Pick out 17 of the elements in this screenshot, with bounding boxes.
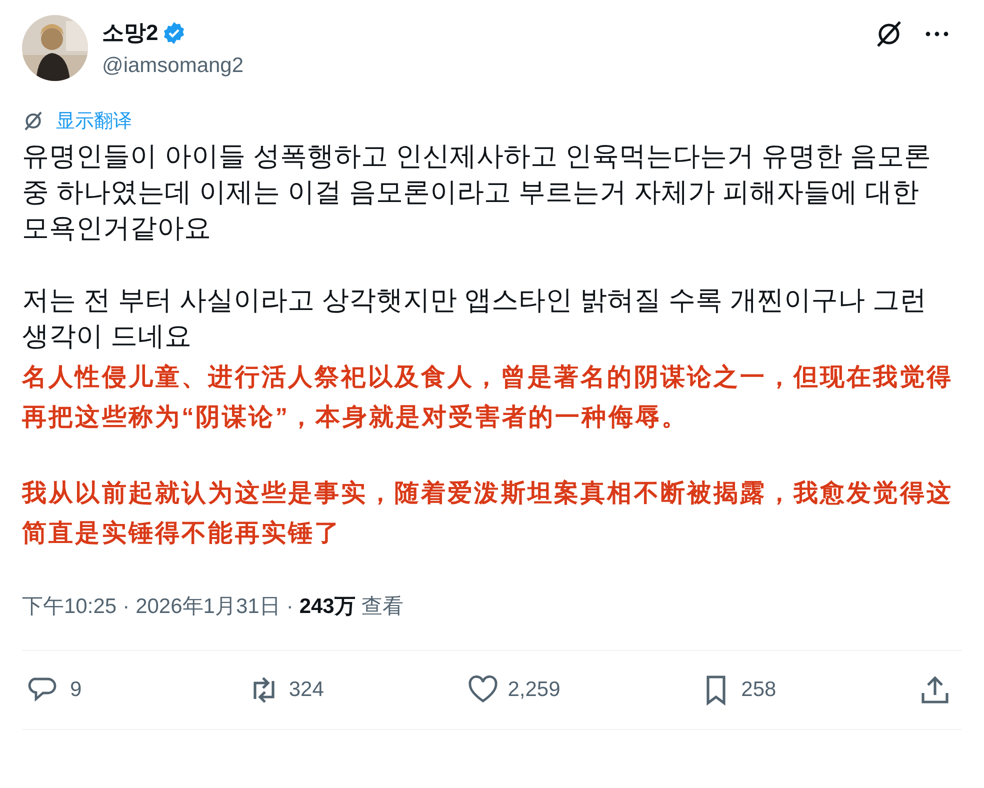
separator-dot: · <box>286 595 294 619</box>
bookmark-button[interactable]: 258 <box>699 673 780 707</box>
translation-text: 我从以前起就认为这些是事实，随着爱泼斯坦案真相不断被揭露，我愈发觉得这简直是实锤得不能再实锤了 <box>22 478 954 549</box>
retweet-button[interactable]: 324 <box>246 673 327 707</box>
slashed-circle-icon[interactable] <box>874 19 904 49</box>
views-label: 查看 <box>361 594 404 620</box>
reply-button[interactable]: 9 <box>28 673 108 707</box>
translation-text: 名人性侵儿童、进行活人祭祀以及食人，曾是著名的阴谋论之一，但现在我觉得再把这些称为“阴谋论”，本身就是对受害者的一种侮辱。 <box>22 362 954 433</box>
like-button[interactable]: 2,259 <box>466 673 560 707</box>
user-name[interactable]: 소망2 <box>102 18 158 48</box>
post-date[interactable]: 2026年1月31日 <box>136 592 280 620</box>
user-handle[interactable]: @iamsomang2 <box>102 54 860 78</box>
tweet-text: 저는 전 부터 사실이라고 상각햇지만 앱스타인 밝혀질 수록 개찐이구나 그런 생각이 드네요 <box>22 284 928 353</box>
tweet-text: 유명인들이 아이들 성폭행하고 인신제사하고 인육먹는다는거 유명한 음모론 중 하나였는데 이제는 이걸 음모론이라고 부르는거 자체가 피해자들에 대한 모욕인거같아요 <box>22 140 932 245</box>
view-count: 243万 <box>299 594 356 620</box>
post-time[interactable]: 下午10:25 <box>22 592 117 620</box>
separator-dot: · <box>122 595 130 619</box>
